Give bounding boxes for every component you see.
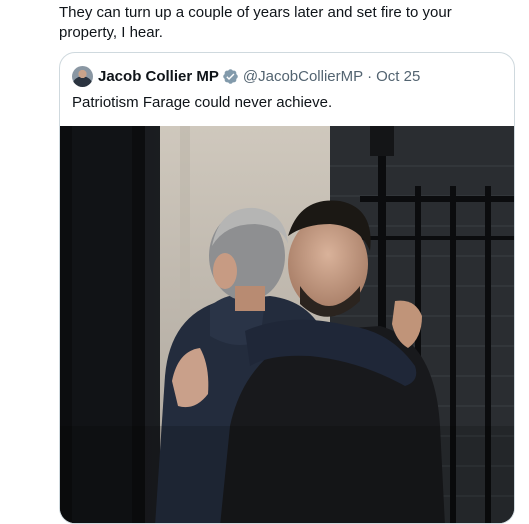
quoted-post-header: Jacob Collier MP @JacobCollierMP · Oct 2… [72, 65, 420, 87]
post-date[interactable]: Oct 25 [376, 68, 420, 85]
post-text: They can turn up a couple of years later… [59, 4, 452, 41]
display-name[interactable]: Jacob Collier MP [98, 68, 219, 85]
quoted-post-card[interactable]: Jacob Collier MP @JacobCollierMP · Oct 2… [59, 52, 515, 524]
handle[interactable]: @JacobCollierMP [243, 68, 363, 85]
quoted-post-text: Patriotism Farage could never achieve. [72, 94, 333, 111]
profile-avatar[interactable] [72, 65, 93, 87]
separator-dot: · [367, 67, 373, 85]
verified-badge-icon[interactable] [222, 68, 239, 85]
post-photo[interactable] [60, 126, 514, 523]
